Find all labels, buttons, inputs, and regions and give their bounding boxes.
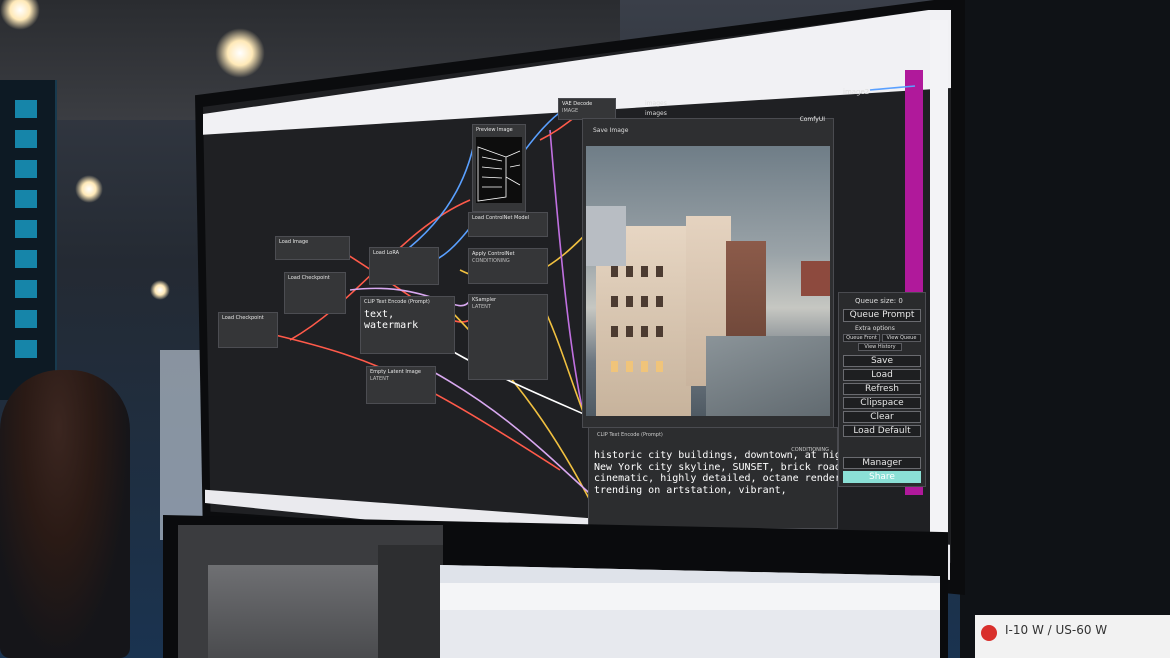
node-output: CONDITIONING bbox=[472, 258, 510, 264]
preview-sketch bbox=[476, 137, 522, 203]
share-button[interactable]: Share bbox=[843, 471, 921, 483]
io-label-images: images bbox=[645, 110, 667, 117]
node-clip-negative[interactable]: CLIP Text Encode (Prompt) text, watermar… bbox=[360, 296, 455, 354]
3d-app-window bbox=[178, 525, 443, 658]
queue-size: Queue size: 0 bbox=[855, 297, 903, 305]
node-load-image[interactable]: Load Image bbox=[275, 236, 350, 260]
io-label-images: images bbox=[645, 100, 667, 107]
node-title: Apply ControlNet bbox=[472, 251, 515, 257]
queue-prompt-button[interactable]: Queue Prompt bbox=[843, 309, 921, 322]
clipspace-button[interactable]: Clipspace bbox=[843, 397, 921, 409]
office-app-window bbox=[440, 565, 940, 658]
node-title: Preview Image bbox=[476, 127, 513, 133]
extra-options-toggle[interactable]: Extra options bbox=[855, 325, 895, 332]
node-title: Load Checkpoint bbox=[222, 315, 264, 321]
node-load-controlnet[interactable]: Load ControlNet Model bbox=[468, 212, 548, 237]
node-load-lora[interactable]: Load LoRA bbox=[369, 247, 439, 285]
io-label-image2: image2 bbox=[843, 88, 870, 96]
node-title: Empty Latent Image bbox=[370, 369, 421, 375]
3d-viewport bbox=[208, 565, 398, 658]
node-empty-latent[interactable]: Empty Latent Image LATENT bbox=[366, 366, 436, 404]
load-default-button[interactable]: Load Default bbox=[843, 425, 921, 437]
refresh-button[interactable]: Refresh bbox=[843, 383, 921, 395]
node-output: LATENT bbox=[472, 304, 491, 310]
node-title: Save Image bbox=[593, 127, 629, 134]
office-ribbon bbox=[440, 610, 940, 658]
node-title: CLIP Text Encode (Prompt) bbox=[364, 299, 430, 305]
node-load-checkpoint[interactable]: Load Checkpoint bbox=[284, 272, 346, 314]
node-title: CLIP Text Encode (Prompt) bbox=[597, 432, 663, 438]
negative-prompt[interactable]: text, watermark bbox=[364, 309, 451, 331]
save-button[interactable]: Save bbox=[843, 355, 921, 367]
node-load-upscaler[interactable]: Load Checkpoint bbox=[218, 312, 278, 348]
node-title: Load Image bbox=[279, 239, 309, 245]
manager-button[interactable]: Manager bbox=[843, 457, 921, 469]
positive-prompt[interactable]: historic city buildings, downtown, at ni… bbox=[594, 450, 871, 496]
node-preview-image[interactable]: Preview Image bbox=[472, 124, 526, 212]
photo-scene: I-10 W / US-60 W VAE Decode IMAGE images… bbox=[0, 0, 1170, 658]
node-title: VAE Decode bbox=[562, 101, 593, 107]
node-title: Load LoRA bbox=[373, 250, 400, 256]
properties-panel bbox=[378, 545, 443, 658]
queue-front-button[interactable]: Queue Front bbox=[843, 334, 880, 342]
node-title: Load Checkpoint bbox=[288, 275, 330, 281]
node-ksampler[interactable]: KSampler LATENT bbox=[468, 294, 548, 380]
node-output: LATENT bbox=[370, 376, 389, 382]
node-vae-decode[interactable]: VAE Decode IMAGE bbox=[558, 98, 616, 120]
view-history-button[interactable]: View History bbox=[858, 343, 902, 351]
node-title: Load ControlNet Model bbox=[472, 215, 530, 221]
generated-image bbox=[586, 146, 830, 416]
brand-label: ComfyUI bbox=[799, 116, 825, 123]
clear-button[interactable]: Clear bbox=[843, 411, 921, 423]
node-output: IMAGE bbox=[562, 108, 579, 114]
node-title: KSampler bbox=[472, 297, 497, 303]
view-queue-button[interactable]: View Queue bbox=[882, 334, 921, 342]
load-button[interactable]: Load bbox=[843, 369, 921, 381]
node-apply-controlnet[interactable]: Apply ControlNet CONDITIONING bbox=[468, 248, 548, 284]
